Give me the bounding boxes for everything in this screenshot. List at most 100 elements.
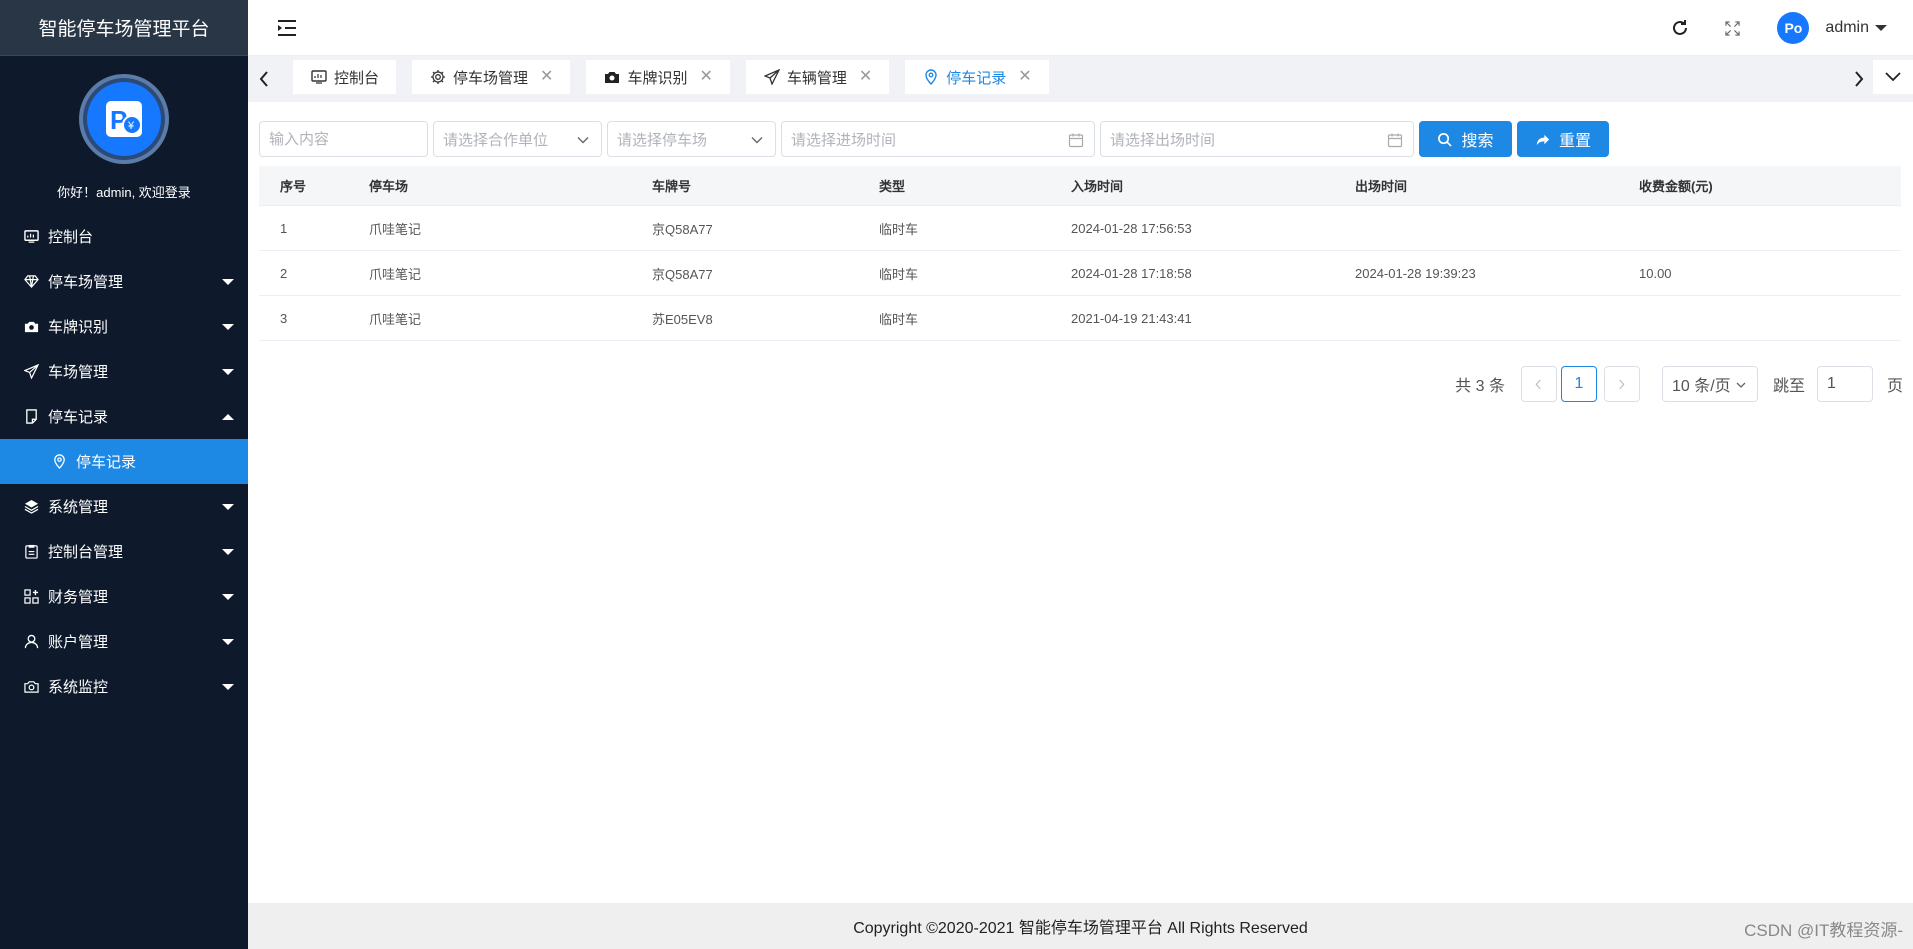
search-button[interactable]: 搜索 xyxy=(1419,121,1512,157)
table-row[interactable]: 1 爪哇笔记 京Q58A77 临时车 2024-01-28 17:56:53 xyxy=(259,206,1901,251)
table-cell: 苏E05EV8 xyxy=(652,311,713,327)
tab-plate-recognition[interactable]: 车牌识别 ✕ xyxy=(586,60,730,94)
chevron-left-icon[interactable] xyxy=(256,68,272,90)
chevron-down-icon xyxy=(222,504,234,510)
reset-button-label: 重置 xyxy=(1558,133,1591,150)
calendar-icon xyxy=(1387,133,1403,148)
close-icon[interactable]: ✕ xyxy=(859,69,872,85)
table-header-cell: 序号 xyxy=(280,179,307,194)
share-arrow-icon xyxy=(1536,134,1550,145)
tab-vehicle-management[interactable]: 车辆管理 ✕ xyxy=(745,60,890,94)
caret-down-icon[interactable] xyxy=(1875,25,1887,31)
table-cell: 1 xyxy=(280,220,288,236)
location-icon xyxy=(922,68,940,86)
pagination-total: 共 3 条 xyxy=(1455,378,1505,395)
tab-label: 停车记录 xyxy=(946,69,1007,87)
sidebar-item-plate-recognition[interactable]: 车牌识别 xyxy=(0,304,248,349)
sidebar-item-parking-records[interactable]: 停车记录 xyxy=(0,394,248,439)
sidebar-item-label: 车牌识别 xyxy=(48,319,109,336)
table-cell: 爪哇笔记 xyxy=(369,221,422,237)
clipboard-icon xyxy=(22,543,40,561)
keyword-field[interactable] xyxy=(259,121,428,157)
sidebar-item-system-management[interactable]: 系统管理 xyxy=(0,484,248,529)
table-cell: 2024-01-28 19:39:23 xyxy=(1355,265,1476,281)
avatar: P ¥ xyxy=(79,74,169,164)
table-row[interactable]: 3 爪哇笔记 苏E05EV8 临时车 2021-04-19 21:43:41 xyxy=(259,296,1901,341)
chevron-up-icon xyxy=(222,414,234,420)
filter-bar: 请选择合作单位 请选择停车场 请选择进场时间 请选择出场时间 搜索 重置 xyxy=(259,121,1614,157)
chevron-down-icon xyxy=(222,324,234,330)
sidebar-item-dashboard[interactable]: 控制台 xyxy=(0,214,248,259)
goto-page-input[interactable]: 1 xyxy=(1816,366,1873,402)
exit-time-picker[interactable]: 请选择出场时间 xyxy=(1100,121,1414,157)
table-cell: 京Q58A77 xyxy=(652,221,713,237)
diamond-icon xyxy=(22,273,40,291)
reset-button[interactable]: 重置 xyxy=(1517,121,1609,157)
close-icon[interactable]: ✕ xyxy=(540,69,553,85)
footer: Copyright ©2020-2021 智能停车场管理平台 All Right… xyxy=(248,903,1913,949)
tabs-menu-chevron-down-icon[interactable] xyxy=(1873,60,1913,94)
table-header-cell: 收费金额(元) xyxy=(1639,179,1713,194)
tabs-bar: 控制台 停车场管理 ✕ 车牌识别 ✕ 车辆管理 ✕ 停车记录 ✕ xyxy=(248,56,1913,102)
tab-label: 车牌识别 xyxy=(627,69,688,87)
parking-logo-icon: P ¥ xyxy=(106,101,142,137)
table-cell: 2 xyxy=(280,265,288,281)
table-cell: 临时车 xyxy=(879,266,919,282)
camera-outline-icon xyxy=(22,678,40,696)
gear-icon xyxy=(429,68,447,86)
sidebar-item-label: 控制台 xyxy=(48,229,94,246)
sidebar-menu: 控制台 停车场管理 车牌识别 车场管理 停车记录 停车记录 系统管理 控制台管理… xyxy=(0,214,248,709)
user-avatar[interactable]: Po xyxy=(1777,12,1810,44)
sidebar-item-account-management[interactable]: 账户管理 xyxy=(0,619,248,664)
page-size-select[interactable]: 10 条/页 xyxy=(1661,366,1758,402)
parking-lot-select[interactable]: 请选择停车场 xyxy=(607,121,776,157)
table-cell: 爪哇笔记 xyxy=(369,311,422,327)
search-button-label: 搜索 xyxy=(1461,133,1494,150)
close-icon[interactable]: ✕ xyxy=(1018,69,1031,85)
table-row[interactable]: 2 爪哇笔记 京Q58A77 临时车 2024-01-28 17:18:58 2… xyxy=(259,251,1901,296)
tab-dashboard[interactable]: 控制台 xyxy=(293,60,397,94)
user-name[interactable]: admin xyxy=(1825,19,1869,37)
layers-icon xyxy=(22,498,40,516)
partner-select[interactable]: 请选择合作单位 xyxy=(433,121,602,157)
sidebar-item-console-management[interactable]: 控制台管理 xyxy=(0,529,248,574)
top-bar: Po admin xyxy=(248,0,1913,56)
camera-icon xyxy=(603,68,621,86)
sidebar-item-system-monitoring[interactable]: 系统监控 xyxy=(0,664,248,709)
send-icon xyxy=(763,68,781,86)
table-header-row: 序号 停车场 车牌号 类型 入场时间 出场时间 收费金额(元) xyxy=(259,166,1901,206)
fullscreen-icon[interactable] xyxy=(1721,17,1743,39)
sidebar-item-yard-management[interactable]: 车场管理 xyxy=(0,349,248,394)
table-header-cell: 入场时间 xyxy=(1071,179,1124,194)
refresh-icon[interactable] xyxy=(1669,17,1691,39)
send-icon xyxy=(22,363,40,381)
sidebar-item-label: 停车场管理 xyxy=(48,274,124,291)
exit-time-placeholder: 请选择出场时间 xyxy=(1110,131,1216,149)
menu-toggle-icon[interactable] xyxy=(276,17,298,39)
entry-time-picker[interactable]: 请选择进场时间 xyxy=(781,121,1095,157)
keyword-input[interactable] xyxy=(269,130,418,148)
copyright-text: Copyright ©2020-2021 智能停车场管理平台 All Right… xyxy=(853,920,1308,937)
next-page-button[interactable] xyxy=(1603,366,1640,402)
page-number-button[interactable]: 1 xyxy=(1560,366,1597,402)
goto-label: 跳至 xyxy=(1772,378,1805,395)
close-icon[interactable]: ✕ xyxy=(699,69,712,85)
table-cell: 2021-04-19 21:43:41 xyxy=(1071,310,1192,326)
table-cell: 临时车 xyxy=(879,221,919,237)
parking-records-table: 序号 停车场 车牌号 类型 入场时间 出场时间 收费金额(元) 1 爪哇笔记 京… xyxy=(259,166,1901,341)
prev-page-button[interactable] xyxy=(1520,366,1557,402)
monitor-icon xyxy=(310,68,328,86)
sidebar-subitem-parking-records[interactable]: 停车记录 xyxy=(0,439,248,484)
entry-time-placeholder: 请选择进场时间 xyxy=(791,131,897,149)
sidebar-item-finance-management[interactable]: 财务管理 xyxy=(0,574,248,619)
table-header-cell: 出场时间 xyxy=(1355,179,1408,194)
table-cell: 10.00 xyxy=(1639,265,1672,281)
user-icon xyxy=(22,633,40,651)
sidebar-item-parking-lot-management[interactable]: 停车场管理 xyxy=(0,259,248,304)
tab-parking-lot-management[interactable]: 停车场管理 ✕ xyxy=(412,60,571,94)
sidebar-item-label: 停车记录 xyxy=(48,409,109,426)
tab-parking-records[interactable]: 停车记录 ✕ xyxy=(905,60,1049,94)
monitor-icon xyxy=(22,228,40,246)
table-header-cell: 车牌号 xyxy=(652,179,692,194)
chevron-right-icon[interactable] xyxy=(1851,68,1867,90)
